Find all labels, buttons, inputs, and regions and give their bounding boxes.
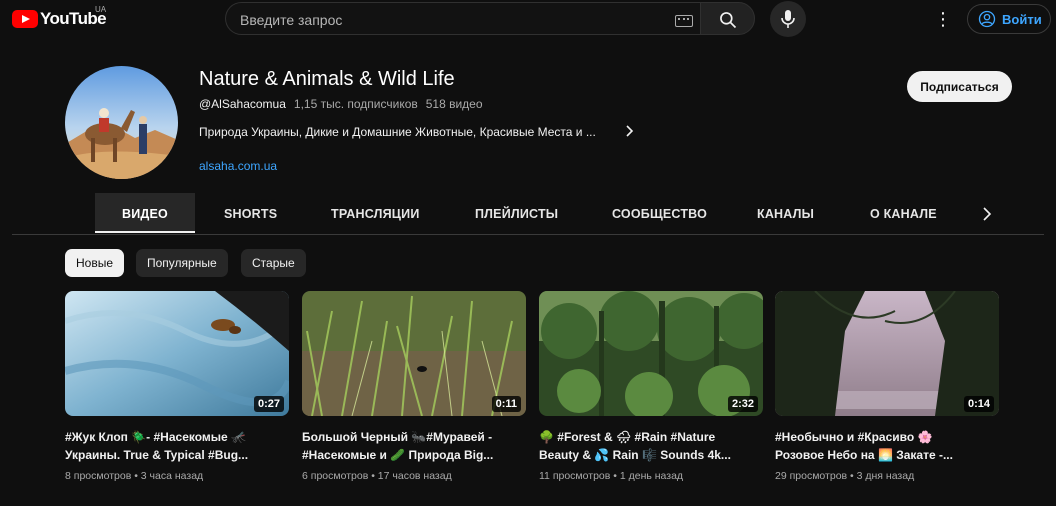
video-count: 518 видео (425, 97, 483, 111)
voice-search-button[interactable] (770, 1, 806, 37)
video-thumbnail[interactable]: 0:27 (65, 291, 289, 416)
video-title-line: Большой Черный 🐜#Муравей - (302, 430, 493, 444)
video-meta: 8 просмотров • 3 часа назад (65, 470, 204, 482)
tab-community[interactable]: СООБЩЕСТВО (612, 193, 707, 233)
video-views: 29 просмотров (775, 470, 848, 482)
video-title[interactable]: #Жук Клоп 🪲- #Насекомые 🦟 Украины. True … (65, 428, 287, 464)
youtube-logo-icon (12, 10, 38, 28)
chevron-right-icon[interactable] (624, 124, 636, 143)
channel-title: Nature & Animals & Wild Life (199, 68, 455, 90)
video-age: 1 день назад (619, 470, 684, 482)
tab-live[interactable]: ТРАНСЛЯЦИИ (331, 193, 420, 233)
keyboard-icon[interactable] (675, 15, 693, 27)
tab-channels[interactable]: КАНАЛЫ (757, 193, 814, 233)
more-vert-icon[interactable]: ⋮ (934, 10, 952, 28)
login-label: Войти (1002, 11, 1042, 27)
search-placeholder: Введите запрос (240, 12, 343, 28)
search-button[interactable] (700, 2, 755, 35)
video-title-line: Украины. True & Typical #Bug... (65, 448, 249, 462)
tab-videos[interactable]: ВИДЕО (95, 193, 195, 233)
video-thumbnail[interactable]: 0:14 (775, 291, 999, 416)
chip-newest[interactable]: Новые (65, 249, 125, 277)
video-views: 11 просмотров (539, 470, 611, 482)
channel-tabs: ВИДЕО SHORTS ТРАНСЛЯЦИИ ПЛЕЙЛИСТЫ СООБЩЕ… (95, 193, 995, 233)
channel-description[interactable]: Природа Украины, Дикие и Домашние Животн… (199, 125, 596, 139)
login-button[interactable]: Войти (967, 4, 1051, 34)
video-age: 17 часов назад (377, 470, 452, 482)
mic-icon (781, 10, 795, 28)
video-title[interactable]: 🌳 #Forest & 🌧 #Rain #Nature Beauty & 💦 R… (539, 428, 761, 464)
video-thumbnail[interactable]: 0:11 (302, 291, 526, 416)
channel-meta: @AlSahacomua 1,15 тыс. подписчиков 518 в… (199, 97, 483, 111)
video-thumbnail[interactable]: 2:32 (539, 291, 763, 416)
video-title-line: Beauty & 💦 Rain 🎼 Sounds 4k... (539, 448, 731, 462)
channel-avatar[interactable] (65, 66, 178, 179)
video-meta: 29 просмотров • 3 дня назад (775, 470, 915, 482)
chip-popular[interactable]: Популярные (136, 249, 228, 277)
masthead: YouTube UA Введите запрос ⋮ Войти (0, 0, 1056, 38)
tab-playlists[interactable]: ПЛЕЙЛИСТЫ (475, 193, 558, 233)
subscribe-button[interactable]: Подписаться (907, 71, 1012, 102)
tab-about[interactable]: О КАНАЛЕ (870, 193, 937, 233)
video-title-line: Розовое Небо на 🌅 Закате -... (775, 448, 953, 462)
video-views: 6 просмотров (302, 470, 369, 482)
chip-oldest[interactable]: Старые (241, 249, 306, 277)
video-duration: 2:32 (727, 396, 758, 412)
video-age: 3 часа назад (140, 470, 204, 482)
tabs-divider (12, 234, 1044, 235)
video-meta: 6 просмотров • 17 часов назад (302, 470, 452, 482)
search-box: Введите запрос (225, 2, 755, 35)
video-duration: 0:14 (963, 396, 994, 412)
subscriber-count: 1,15 тыс. подписчиков (293, 97, 418, 111)
search-icon (720, 12, 737, 29)
channel-handle: @AlSahacomua (199, 97, 286, 111)
video-title-line: 🌳 #Forest & 🌧 #Rain #Nature (539, 430, 716, 444)
video-meta: 11 просмотров • 1 день назад (539, 470, 684, 482)
search-input[interactable]: Введите запрос (225, 2, 700, 35)
youtube-logo[interactable]: YouTube UA (12, 5, 107, 29)
video-title[interactable]: Большой Черный 🐜#Муравей - #Насекомые и … (302, 428, 524, 464)
channel-link[interactable]: alsaha.com.ua (199, 159, 277, 173)
video-title-line: #Необычно и #Красиво 🌸 (775, 430, 933, 444)
video-title[interactable]: #Необычно и #Красиво 🌸 Розовое Небо на 🌅… (775, 428, 997, 464)
video-title-line: #Жук Клоп 🪲- #Насекомые 🦟 (65, 430, 246, 444)
account-circle-icon (978, 10, 996, 28)
video-title-line: #Насекомые и 🥒 Природа Big... (302, 448, 494, 462)
video-duration: 0:27 (253, 396, 284, 412)
video-duration: 0:11 (491, 396, 521, 412)
tabs-scroll-right-icon[interactable] (981, 206, 993, 227)
video-age: 3 дня назад (856, 470, 915, 482)
video-views: 8 просмотров (65, 470, 132, 482)
tab-shorts[interactable]: SHORTS (224, 193, 277, 233)
country-code: UA (95, 5, 107, 14)
